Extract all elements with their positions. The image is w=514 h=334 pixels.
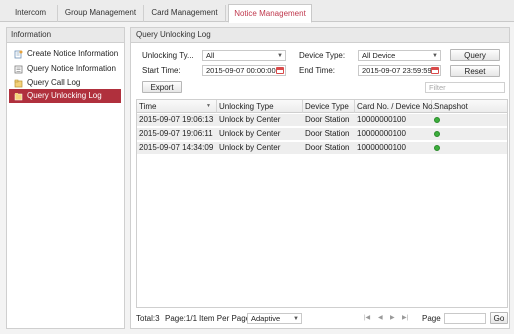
per-page-value: Adaptive <box>251 314 281 323</box>
tab-notice-management[interactable]: Notice Management <box>228 4 312 23</box>
device-type-select[interactable]: All Device ▼ <box>358 50 441 61</box>
total-count: Total:3 <box>136 314 160 323</box>
cell-card-no: 10000000100 <box>357 129 406 138</box>
unlocking-log-table: Time ▼ Unlocking Type Device Type Card N… <box>136 99 508 308</box>
last-page-icon[interactable]: ▶| <box>402 312 408 325</box>
column-header-card-no[interactable]: Card No. / Device No. <box>355 100 435 113</box>
cell-device-type: Door Station <box>305 115 350 124</box>
device-type-label: Device Type: <box>299 51 346 60</box>
start-time-input[interactable]: 2015-09-07 00:00:00 <box>202 65 286 76</box>
column-header-time[interactable]: Time ▼ <box>137 100 217 113</box>
column-header-unlocking-type[interactable]: Unlocking Type <box>217 100 303 113</box>
sidebar-item-query-unlocking-log[interactable]: Query Unlocking Log <box>9 89 121 103</box>
calendar-icon[interactable] <box>276 67 284 74</box>
cell-unlocking-type: Unlock by Center <box>219 129 281 138</box>
unlocking-type-select[interactable]: All ▼ <box>202 50 286 61</box>
table-row[interactable]: 2015-09-07 19:06:13 Unlock by Center Doo… <box>137 114 507 126</box>
sidebar-item-query-notice[interactable]: Query Notice Information <box>11 62 116 76</box>
unlocking-type-label: Unlocking Ty... <box>142 51 194 60</box>
device-type-value: All Device <box>362 51 396 60</box>
chevron-down-icon: ▼ <box>293 316 299 322</box>
per-page-select[interactable]: Adaptive ▼ <box>247 313 302 324</box>
cell-time: 2015-09-07 14:34:09 <box>139 143 214 152</box>
per-page-label: Item Per Page: <box>199 314 253 323</box>
page-info: Page:1/1 <box>165 314 198 323</box>
tab-card-management[interactable]: Card Management <box>144 5 226 22</box>
cell-device-type: Door Station <box>305 129 350 138</box>
tab-group-management[interactable]: Group Management <box>58 5 144 22</box>
column-header-snapshot[interactable]: Snapshot <box>432 100 507 113</box>
pagination-bar: Total:3 Page:1/1 Item Per Page: Adaptive… <box>136 312 508 326</box>
query-notice-icon <box>14 65 23 74</box>
sidebar-item-create-notice[interactable]: Create Notice Information <box>11 47 118 61</box>
end-time-value: 2015-09-07 23:59:59 <box>362 66 432 75</box>
snapshot-icon[interactable] <box>434 117 440 123</box>
prev-page-icon[interactable]: ◀ <box>378 312 383 325</box>
page-number-input[interactable] <box>444 313 486 324</box>
cell-time: 2015-09-07 19:06:11 <box>139 129 213 138</box>
column-header-device-type[interactable]: Device Type <box>303 100 355 113</box>
tab-intercom[interactable]: Intercom <box>4 5 58 22</box>
first-page-icon[interactable]: |◀ <box>364 312 370 325</box>
snapshot-icon[interactable] <box>434 131 440 137</box>
table-header: Time ▼ Unlocking Type Device Type Card N… <box>137 100 507 113</box>
cell-time: 2015-09-07 19:06:13 <box>139 115 214 124</box>
start-time-label: Start Time: <box>142 66 181 75</box>
reset-button[interactable]: Reset <box>450 65 500 77</box>
sidebar-item-label: Create Notice Information <box>27 49 119 58</box>
table-row[interactable]: 2015-09-07 19:06:11 Unlock by Center Doo… <box>137 128 507 140</box>
query-button[interactable]: Query <box>450 49 500 61</box>
unlocking-type-value: All <box>206 51 215 60</box>
next-page-icon[interactable]: ▶ <box>390 312 395 325</box>
export-button[interactable]: Export <box>142 81 182 93</box>
sidebar-item-query-call-log[interactable]: Query Call Log <box>11 76 80 90</box>
panel-title: Query Unlocking Log <box>131 28 509 43</box>
calendar-icon[interactable] <box>431 67 439 74</box>
chevron-down-icon: ▼ <box>277 53 283 59</box>
page-label: Page <box>422 314 441 323</box>
sidebar-item-label: Query Unlocking Log <box>27 91 102 100</box>
sidebar-item-label: Query Call Log <box>27 78 81 87</box>
unlock-log-icon <box>14 93 23 101</box>
filter-input[interactable]: Filter <box>425 82 505 93</box>
top-tab-bar: Intercom Group Management Card Managemen… <box>0 0 514 23</box>
go-button[interactable]: Go <box>490 312 508 324</box>
cell-device-type: Door Station <box>305 143 350 152</box>
create-notice-icon <box>14 50 23 59</box>
table-row[interactable]: 2015-09-07 14:34:09 Unlock by Center Doo… <box>137 142 507 154</box>
sort-down-icon: ▼ <box>206 103 211 109</box>
cell-card-no: 10000000100 <box>357 115 406 124</box>
end-time-input[interactable]: 2015-09-07 23:59:59 <box>358 65 441 76</box>
call-log-icon <box>14 79 23 88</box>
chevron-down-icon: ▼ <box>432 53 438 59</box>
start-time-value: 2015-09-07 00:00:00 <box>206 66 276 75</box>
cell-card-no: 10000000100 <box>357 143 406 152</box>
sidebar: Information Create Notice Information Qu… <box>6 27 125 329</box>
main-panel: Query Unlocking Log Unlocking Ty... All … <box>130 27 510 329</box>
snapshot-icon[interactable] <box>434 145 440 151</box>
cell-unlocking-type: Unlock by Center <box>219 115 281 124</box>
cell-unlocking-type: Unlock by Center <box>219 143 281 152</box>
end-time-label: End Time: <box>299 66 336 75</box>
sidebar-item-label: Query Notice Information <box>27 64 116 73</box>
sidebar-title: Information <box>7 28 124 43</box>
